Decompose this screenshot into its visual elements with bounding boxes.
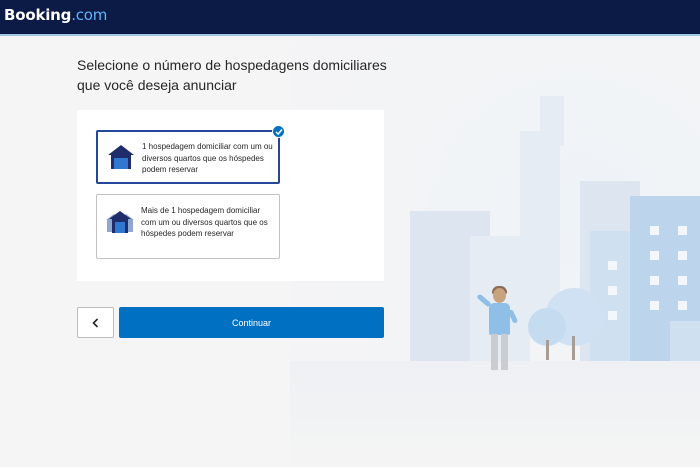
single-house-icon [108, 145, 134, 169]
booking-logo[interactable]: Booking.com [4, 6, 107, 24]
option-label: Mais de 1 hospedagem domiciliar com um o… [141, 206, 268, 238]
continue-button[interactable]: Continuar [119, 307, 384, 338]
chevron-left-icon [92, 318, 99, 328]
multiple-houses-icon [106, 211, 134, 233]
option-single-property[interactable]: 1 hospedagem domiciliar com um ou divers… [96, 130, 280, 184]
back-button[interactable] [77, 307, 114, 338]
page-title: Selecione o número de hospedagens domici… [77, 57, 387, 93]
selected-check-icon [272, 125, 285, 138]
option-label: 1 hospedagem domiciliar com um ou divers… [142, 142, 273, 174]
options-panel: 1 hospedagem domiciliar com um ou divers… [77, 110, 384, 281]
option-multiple-properties[interactable]: Mais de 1 hospedagem domiciliar com um o… [96, 194, 280, 259]
top-bar: Booking.com [0, 0, 700, 34]
